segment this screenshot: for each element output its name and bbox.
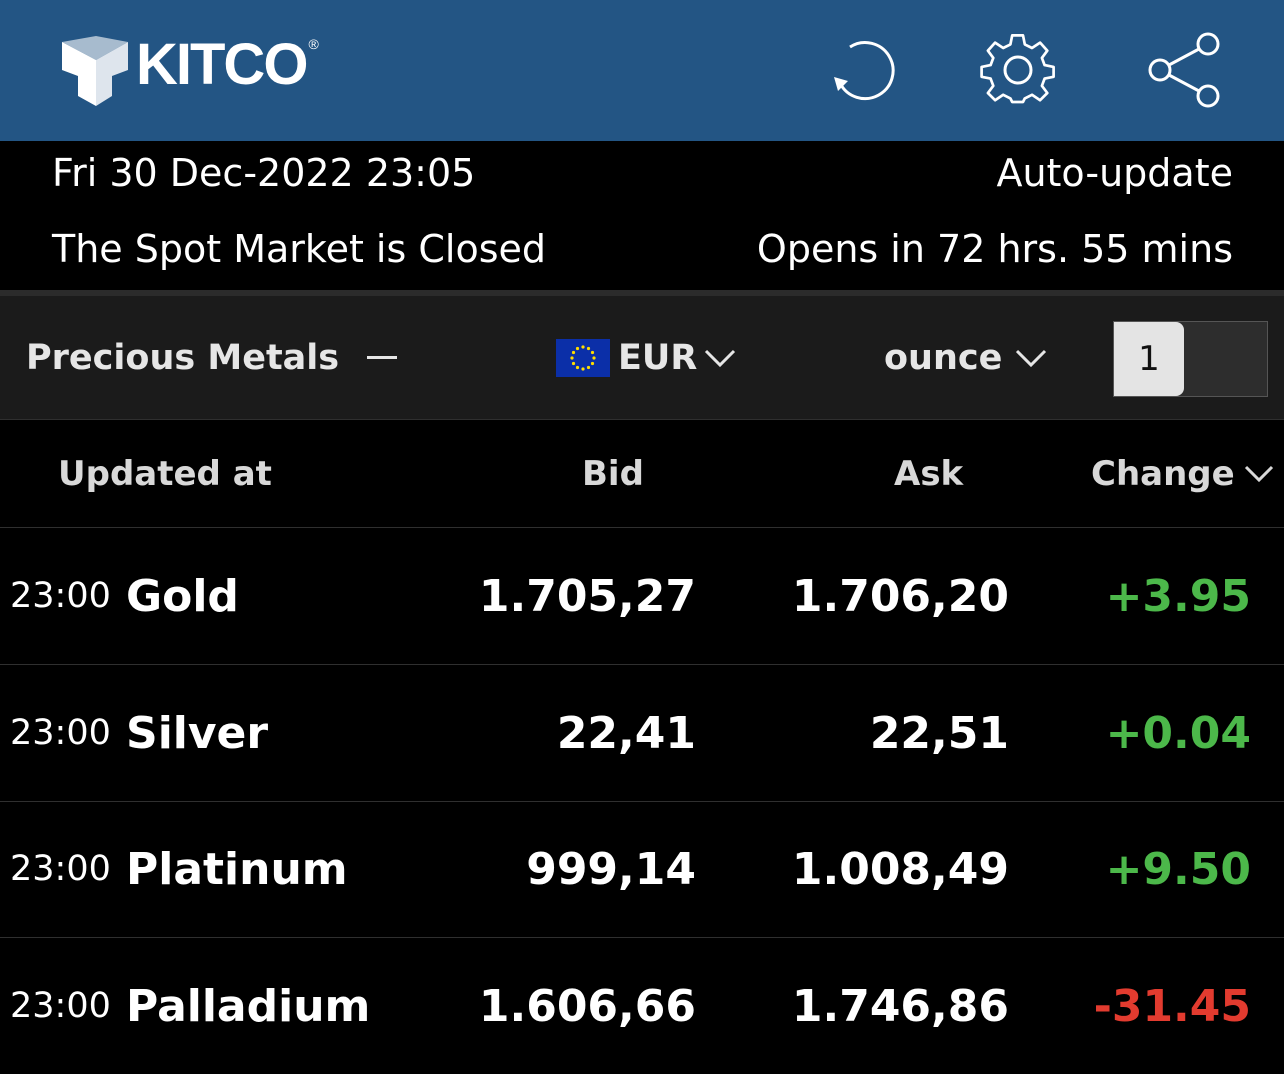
datetime-label: Fri 30 Dec-2022 23:05 bbox=[52, 151, 476, 195]
row-time: 23:00 bbox=[10, 849, 111, 889]
table-row[interactable]: 23:00 Palladium 1.606,66 1.746,86 -31.45 bbox=[0, 938, 1284, 1074]
row-bid: 1.705,27 bbox=[478, 570, 696, 622]
registered-mark: ® bbox=[308, 36, 319, 52]
currency-selector[interactable]: EUR bbox=[556, 296, 737, 419]
row-time: 23:00 bbox=[10, 713, 111, 753]
row-time: 23:00 bbox=[10, 576, 111, 616]
category-selector[interactable]: Precious Metals bbox=[26, 296, 398, 419]
market-status-label: The Spot Market is Closed bbox=[52, 227, 546, 271]
share-button[interactable] bbox=[1144, 30, 1224, 110]
refresh-icon bbox=[834, 41, 895, 101]
table-header: Updated at Bid Ask Change bbox=[0, 420, 1284, 528]
table-row[interactable]: 23:00 Gold 1.705,27 1.706,20 +3.95 bbox=[0, 528, 1284, 665]
kitco-logo: KITCO ® bbox=[60, 36, 319, 110]
app-header: KITCO ® bbox=[0, 0, 1284, 141]
kitco-logo-icon bbox=[62, 36, 128, 106]
row-time: 23:00 bbox=[10, 986, 111, 1026]
refresh-button[interactable] bbox=[825, 30, 905, 110]
quantity-stepper[interactable]: 1 bbox=[1113, 321, 1268, 397]
unit-label: ounce bbox=[884, 337, 1003, 378]
row-metal: Palladium bbox=[126, 980, 371, 1032]
market-info: Fri 30 Dec-2022 23:05 Auto-update The Sp… bbox=[0, 141, 1284, 290]
row-ask: 1.008,49 bbox=[791, 843, 1009, 895]
chevron-down-icon bbox=[705, 349, 736, 367]
quantity-value[interactable]: 1 bbox=[1114, 322, 1184, 396]
row-change: -31.45 bbox=[1093, 980, 1251, 1032]
minus-icon bbox=[367, 356, 398, 359]
column-updated-at: Updated at bbox=[58, 453, 272, 494]
selector-bar: Precious Metals EUR ounce bbox=[0, 296, 1284, 420]
brand-name: KITCO bbox=[136, 32, 308, 97]
row-bid: 22,41 bbox=[556, 707, 696, 759]
row-metal: Platinum bbox=[126, 843, 348, 895]
table-row[interactable]: 23:00 Platinum 999,14 1.008,49 +9.50 bbox=[0, 801, 1284, 938]
column-ask: Ask bbox=[894, 453, 964, 494]
eu-flag-icon bbox=[556, 338, 610, 377]
column-change[interactable]: Change bbox=[1091, 420, 1275, 527]
row-bid: 999,14 bbox=[526, 843, 696, 895]
currency-label: EUR bbox=[618, 337, 698, 378]
share-icon bbox=[1148, 32, 1220, 108]
row-ask: 1.746,86 bbox=[791, 980, 1009, 1032]
gear-icon bbox=[980, 34, 1055, 104]
row-change: +0.04 bbox=[1105, 707, 1251, 759]
chevron-down-icon bbox=[1244, 465, 1273, 482]
unit-selector[interactable]: ounce bbox=[884, 296, 1048, 419]
row-change: +9.50 bbox=[1105, 843, 1251, 895]
row-bid: 1.606,66 bbox=[478, 980, 696, 1032]
table-row[interactable]: 23:00 Silver 22,41 22,51 +0.04 bbox=[0, 665, 1284, 802]
row-ask: 22,51 bbox=[869, 707, 1009, 759]
row-ask: 1.706,20 bbox=[791, 570, 1009, 622]
chevron-down-icon bbox=[1016, 349, 1047, 367]
column-bid: Bid bbox=[582, 453, 644, 494]
settings-button[interactable] bbox=[978, 30, 1058, 110]
opens-in-label: Opens in 72 hrs. 55 mins bbox=[756, 227, 1233, 271]
row-metal: Gold bbox=[126, 570, 239, 622]
auto-update-toggle[interactable]: Auto-update bbox=[996, 151, 1233, 195]
column-change-label: Change bbox=[1091, 453, 1235, 494]
category-label: Precious Metals bbox=[26, 337, 340, 378]
row-metal: Silver bbox=[126, 707, 269, 759]
row-change: +3.95 bbox=[1105, 570, 1251, 622]
